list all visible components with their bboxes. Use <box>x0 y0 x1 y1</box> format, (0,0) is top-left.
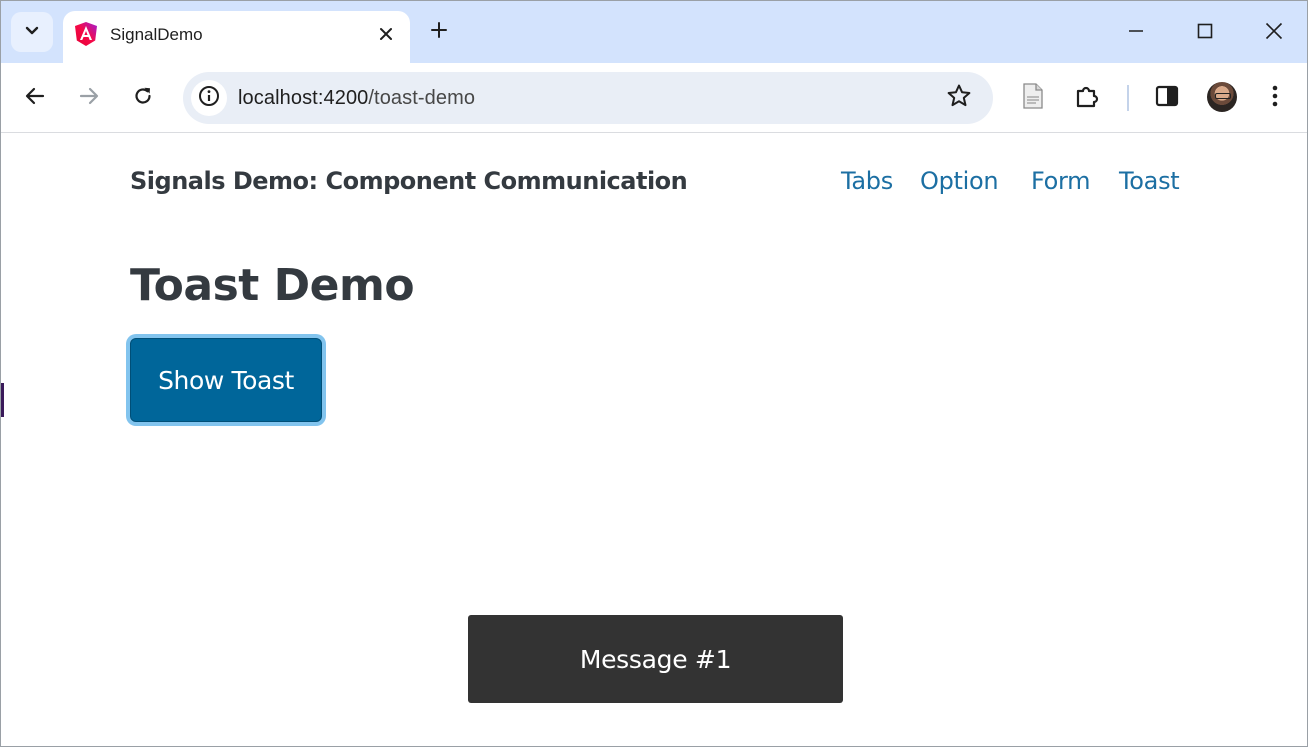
extensions-button[interactable] <box>1069 80 1105 116</box>
nav-link-option[interactable]: Option <box>920 167 999 195</box>
back-button[interactable] <box>17 80 53 116</box>
document-icon <box>1022 82 1044 114</box>
show-toast-button[interactable]: Show Toast <box>130 338 322 422</box>
browser-menu-button[interactable] <box>1257 80 1293 116</box>
nav-link-form[interactable]: Form <box>1031 167 1091 195</box>
plus-icon <box>430 21 448 44</box>
nav-link-toast[interactable]: Toast <box>1119 167 1180 195</box>
maximize-button[interactable] <box>1188 16 1222 50</box>
profile-avatar[interactable] <box>1207 82 1237 112</box>
window-edge-marker <box>1 383 4 417</box>
app-brand: Signals Demo: Component Communication <box>130 167 688 195</box>
arrow-left-icon <box>24 85 46 112</box>
url-text[interactable]: localhost:4200/toast-demo <box>238 87 475 110</box>
close-window-button[interactable] <box>1257 16 1291 50</box>
angular-icon <box>75 22 97 46</box>
browser-window: SignalDemo localhost:4200/toast-demo Sig… <box>0 0 1308 747</box>
close-icon <box>1265 22 1283 45</box>
browser-toolbar: localhost:4200/toast-demo <box>1 63 1307 133</box>
toolbar-separator <box>1127 85 1129 111</box>
kebab-menu-icon <box>1271 84 1279 113</box>
reload-icon <box>132 85 154 112</box>
page-title: Toast Demo <box>130 260 415 311</box>
address-bar[interactable]: localhost:4200/toast-demo <box>183 72 993 124</box>
new-tab-button[interactable] <box>425 18 453 46</box>
maximize-icon <box>1197 23 1213 44</box>
site-info-button[interactable] <box>191 80 227 116</box>
tab-title: SignalDemo <box>110 25 203 44</box>
tab-search-button[interactable] <box>11 12 53 52</box>
arrow-right-icon <box>78 85 100 112</box>
close-tab-icon[interactable] <box>376 24 396 44</box>
tab-signaldemo[interactable]: SignalDemo <box>63 11 410 63</box>
toast-message: Message #1 <box>468 615 843 703</box>
side-panel-button[interactable] <box>1149 80 1185 116</box>
tab-strip: SignalDemo <box>1 1 1307 63</box>
info-icon <box>198 85 220 112</box>
side-panel-icon <box>1155 85 1179 112</box>
forward-button[interactable] <box>71 80 107 116</box>
star-icon <box>946 83 972 114</box>
page-content: Signals Demo: Component Communication Ta… <box>1 133 1307 746</box>
url-path: /toast-demo <box>368 87 476 109</box>
bookmark-button[interactable] <box>945 84 973 112</box>
url-host: localhost:4200 <box>238 87 369 109</box>
minimize-button[interactable] <box>1119 16 1153 50</box>
reading-list-button[interactable] <box>1015 80 1051 116</box>
minimize-icon <box>1128 23 1144 44</box>
chevron-down-icon <box>25 23 39 41</box>
nav-link-tabs[interactable]: Tabs <box>841 167 893 195</box>
puzzle-icon <box>1074 83 1100 114</box>
reload-button[interactable] <box>125 80 161 116</box>
